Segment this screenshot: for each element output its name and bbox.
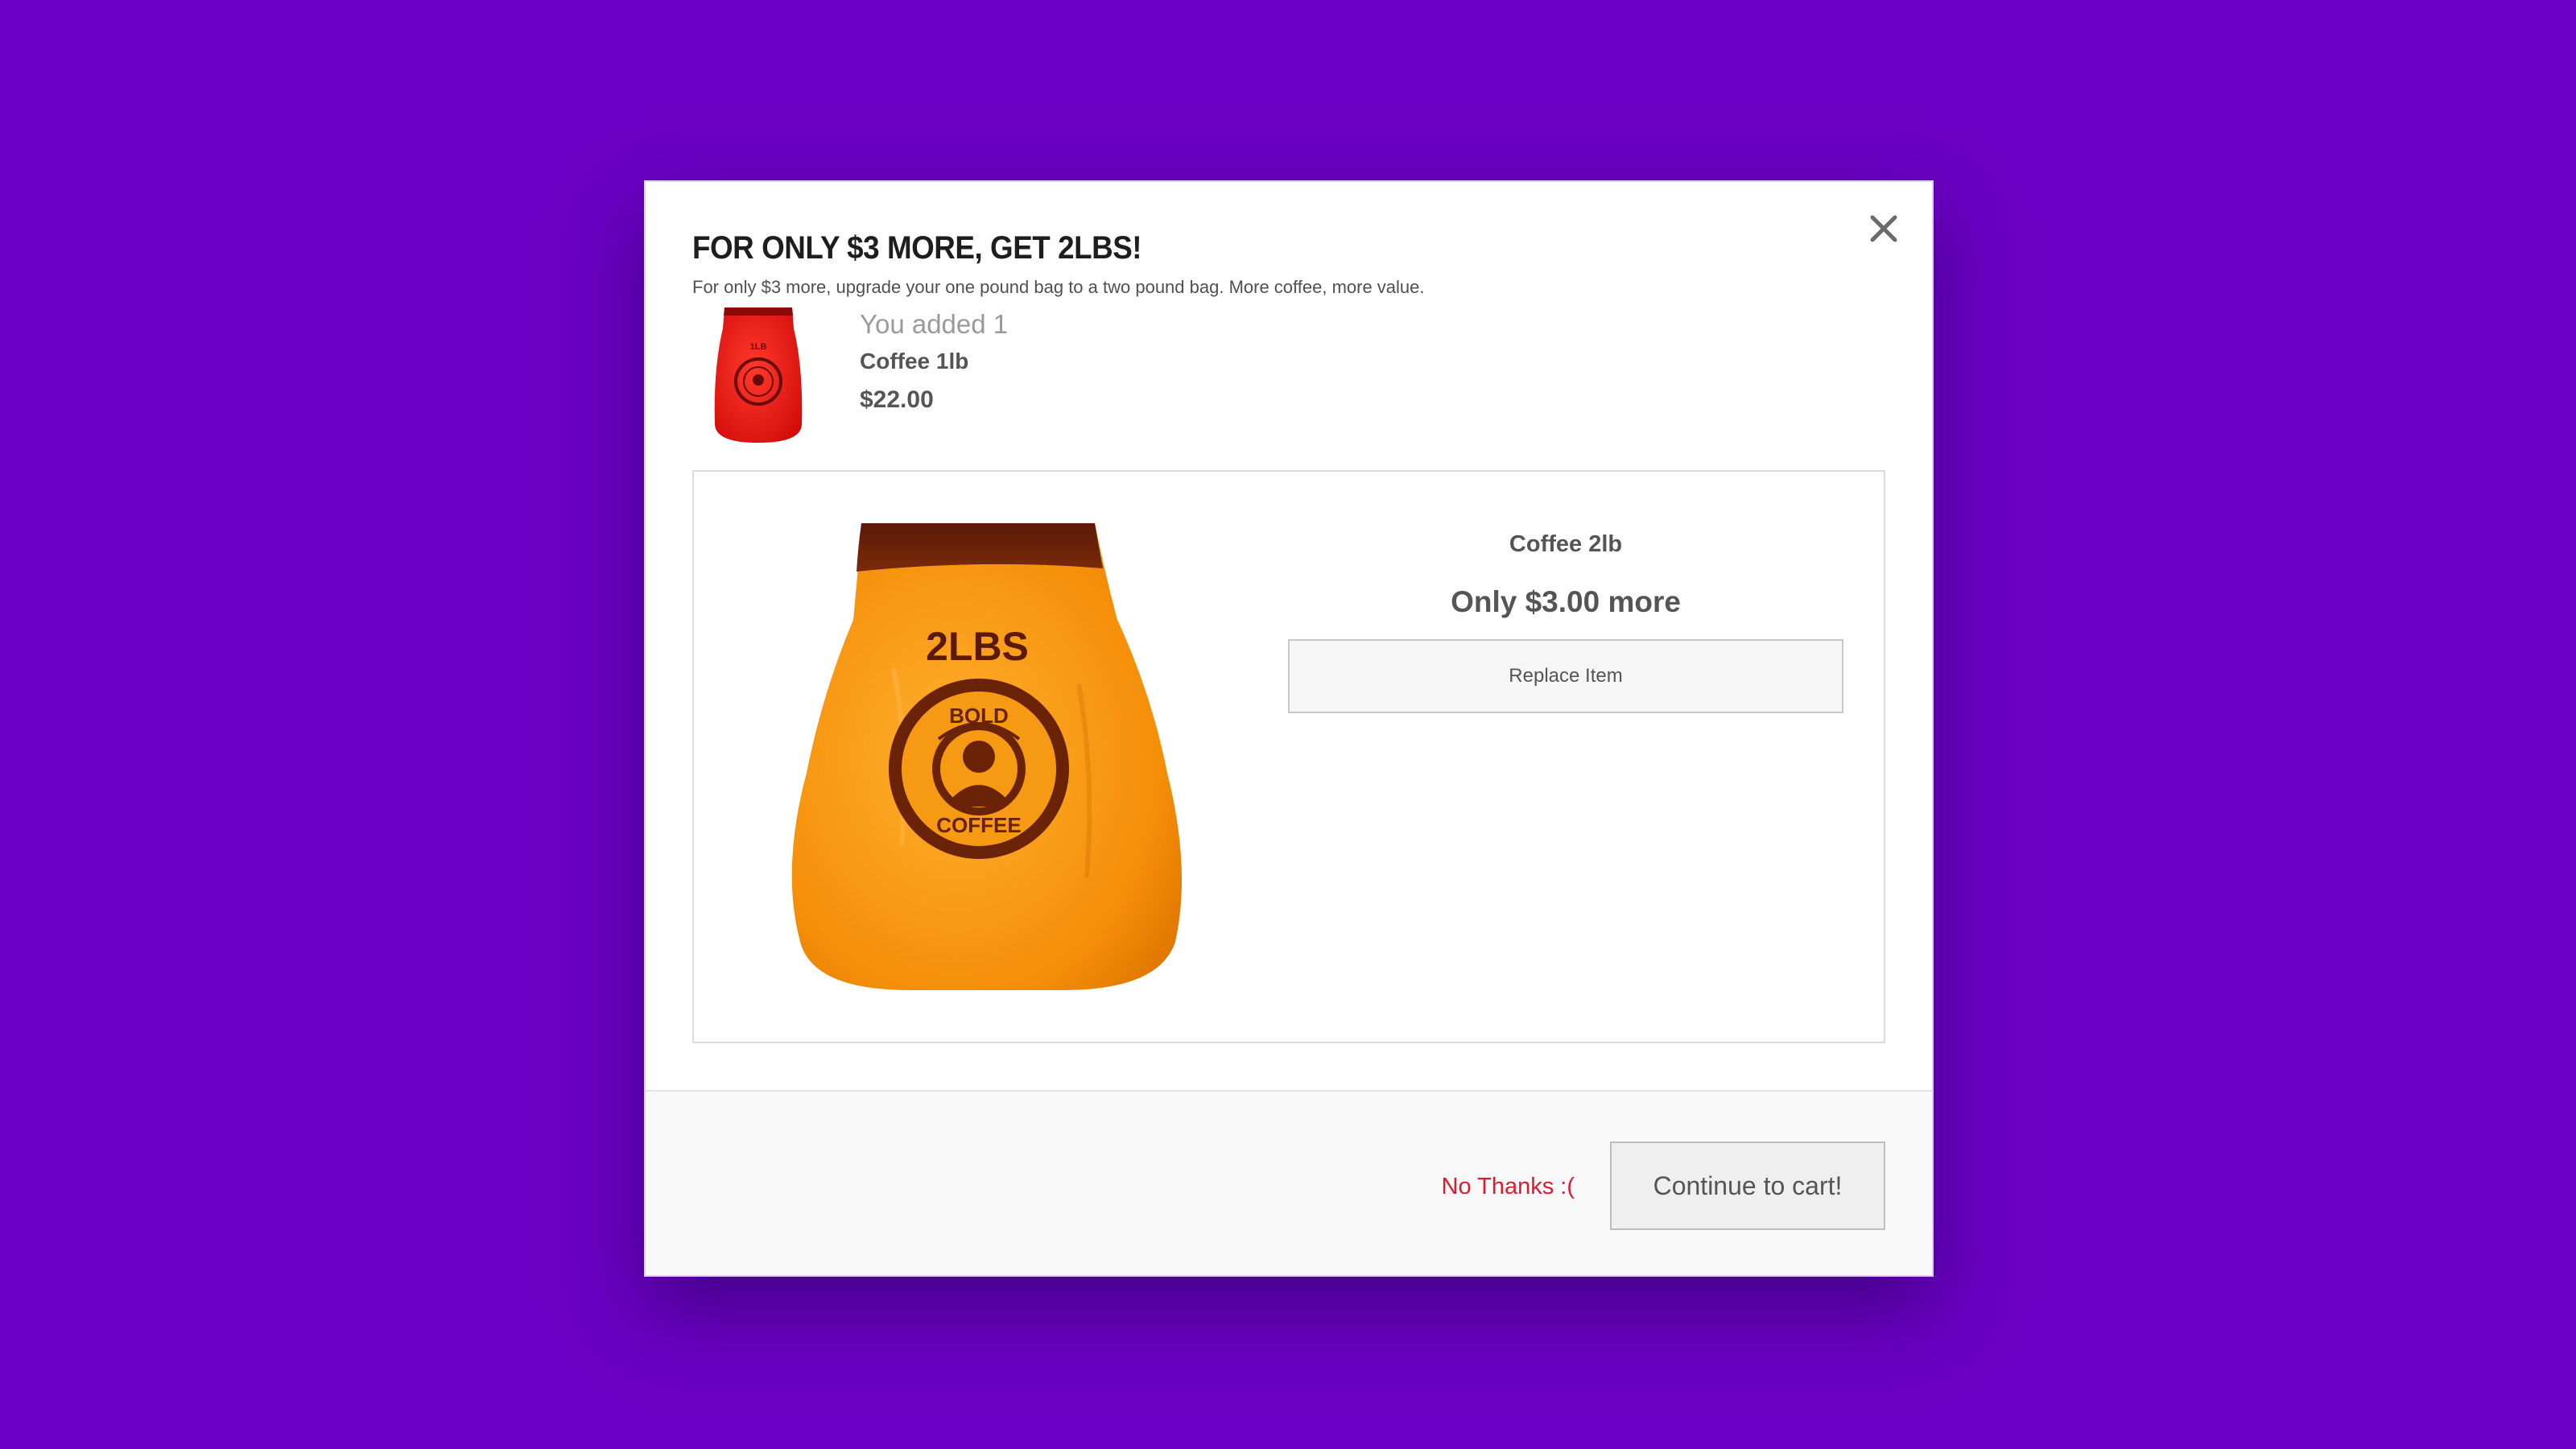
added-item-info: You added 1 Coffee 1lb $22.00: [860, 304, 1008, 422]
modal-headline: FOR ONLY $3 MORE, GET 2LBS!: [692, 230, 1142, 266]
offer-price: Only $3.00 more: [1451, 585, 1681, 618]
modal-footer: No Thanks :( Continue to cart!: [646, 1090, 1932, 1275]
upsell-modal: FOR ONLY $3 MORE, GET 2LBS! For only $3 …: [644, 180, 1934, 1277]
close-button[interactable]: [1861, 206, 1906, 251]
added-item-bag-label: 1LB: [750, 342, 767, 352]
replace-item-button[interactable]: Replace Item: [1288, 639, 1843, 713]
added-item: 1LB You added 1 Coffee 1lb $22.00: [692, 304, 1658, 465]
added-item-name: Coffee 1lb: [860, 349, 969, 374]
added-item-label: You added 1: [860, 309, 1009, 339]
modal-subheadline: For only $3 more, upgrade your one pound…: [692, 277, 1425, 297]
close-icon: [1870, 215, 1897, 242]
continue-to-cart-button[interactable]: Continue to cart!: [1610, 1141, 1885, 1230]
no-thanks-link[interactable]: No Thanks :(: [1442, 1172, 1575, 1201]
offer-bag-label: 2LBS: [926, 624, 1029, 669]
offer-logo-bottom: COFFEE: [936, 813, 1021, 837]
offer-details: Coffee 2lb Only $3.00 more Replace Item: [1288, 526, 1843, 713]
offer-product-image: 2LBS BOLD COFFEE: [773, 507, 1201, 990]
upsell-offer: 2LBS BOLD COFFEE Coffee 2lb Only $3.00 m…: [692, 470, 1885, 1043]
added-item-image: 1LB: [710, 304, 807, 446]
offer-product-name: Coffee 2lb: [1509, 531, 1623, 557]
added-item-price: $22.00: [860, 386, 934, 413]
offer-logo-top: BOLD: [949, 704, 1009, 728]
